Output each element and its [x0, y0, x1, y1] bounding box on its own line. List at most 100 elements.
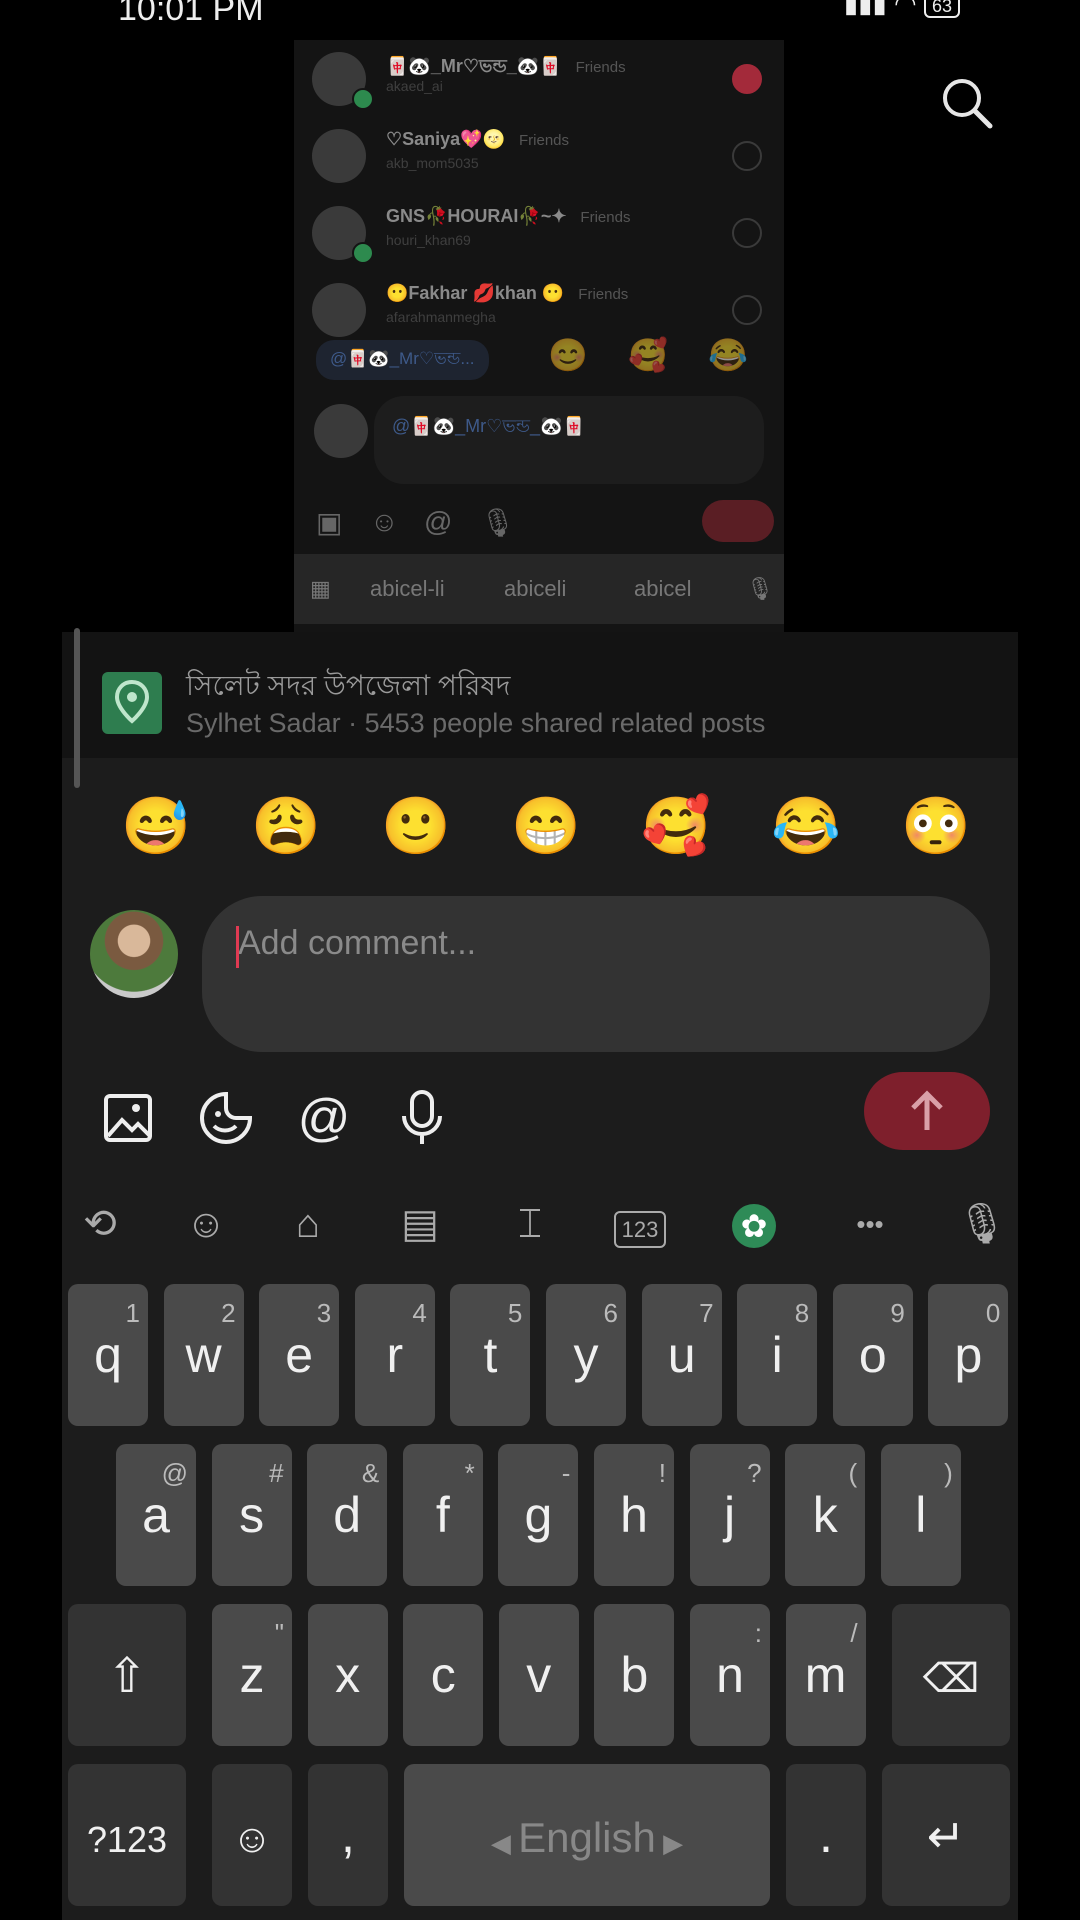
preview-friend-handle: afarahmanmegha	[386, 309, 496, 325]
key-label: j	[724, 1487, 736, 1543]
quick-emoji[interactable]: 😳	[896, 786, 976, 866]
key-hint: 1	[125, 1298, 140, 1328]
comment-input[interactable]	[202, 896, 990, 1052]
comment-placeholder: Add comment...	[238, 924, 477, 962]
text-caret	[236, 926, 239, 968]
image-icon[interactable]	[98, 1088, 158, 1148]
battery-level: 63	[923, 0, 960, 18]
key-label: w	[185, 1327, 222, 1383]
key-hint: )	[944, 1458, 953, 1488]
key-label: c	[430, 1647, 456, 1703]
online-dot	[352, 88, 374, 110]
symbols-label: ?123	[86, 1819, 168, 1860]
preview-mic-icon: 🎙	[746, 576, 774, 601]
numpad-icon[interactable]: 123	[612, 1196, 668, 1252]
symbols-key[interactable]: ?123	[68, 1764, 186, 1906]
location-card[interactable]: সিলেট সদর উপজেলা পরিষদ Sylhet Sadar · 54…	[62, 632, 1018, 758]
key-a[interactable]: a @	[116, 1444, 196, 1586]
quick-emoji[interactable]: 😁	[506, 786, 586, 866]
key-l[interactable]: l)	[880, 1444, 961, 1586]
quick-emoji[interactable]: 🙂	[376, 786, 456, 866]
preview-emoji: 😊	[548, 337, 588, 373]
key-label: u	[667, 1327, 696, 1383]
comma-key[interactable]: ,	[308, 1764, 388, 1906]
key-label: r	[386, 1327, 404, 1383]
key-o[interactable]: o9	[832, 1284, 913, 1426]
key-hint: :	[754, 1618, 762, 1648]
key-label: e	[285, 1327, 314, 1383]
key-label: i	[771, 1327, 783, 1383]
key-hint: #	[269, 1458, 284, 1488]
send-button[interactable]	[864, 1072, 990, 1150]
key-hint: @	[161, 1458, 188, 1488]
key-c[interactable]: c	[403, 1604, 484, 1746]
key-y[interactable]: y6	[546, 1284, 626, 1426]
key-label: v	[526, 1647, 552, 1703]
quick-emoji[interactable]: 😩	[246, 786, 326, 866]
user-avatar[interactable]	[90, 910, 178, 998]
location-title: সিলেট সদর উপজেলা পরিষদ	[186, 670, 511, 701]
key-label: o	[858, 1327, 887, 1383]
preview-friend-handle: akb_mom5035	[386, 155, 479, 171]
emoji-key[interactable]: ☺	[212, 1764, 292, 1906]
mention-chip: @🀄🐼_Mr♡ভন্ড...	[316, 340, 489, 380]
key-d[interactable]: d &	[307, 1444, 388, 1586]
key-hint: ?	[747, 1458, 762, 1488]
background-preview: 🀄🐼_Mr♡ভন্ড_🐼🀄 Friends akaed_ai ♡Saniya💖🌝 Fri…	[294, 40, 784, 634]
key-u[interactable]: u7	[641, 1284, 722, 1426]
location-pin-icon	[102, 672, 162, 734]
period-key[interactable]: .	[786, 1764, 866, 1906]
microphone-icon[interactable]	[392, 1088, 452, 1148]
sticker-icon[interactable]	[196, 1088, 256, 1148]
emoji-key-icon: ☺	[231, 1817, 273, 1861]
friend-tag: Friends	[580, 209, 631, 226]
key-g[interactable]: g-	[498, 1444, 579, 1586]
shift-key[interactable]: ⇧	[68, 1604, 186, 1746]
key-h[interactable]: h!	[594, 1444, 674, 1586]
key-b[interactable]: b	[594, 1604, 675, 1746]
key-q[interactable]: q1	[68, 1284, 148, 1426]
friend-tag: Friends	[575, 59, 626, 76]
select-checkbox	[732, 64, 762, 94]
translate-icon[interactable]: ⟲	[72, 1196, 128, 1252]
key-x[interactable]: x	[307, 1604, 388, 1746]
quick-emoji[interactable]: 😂	[766, 786, 846, 866]
key-hint: 7	[699, 1298, 714, 1328]
key-label: t	[483, 1327, 498, 1383]
key-n[interactable]: n:	[690, 1604, 770, 1746]
key-hint: !	[658, 1458, 666, 1488]
select-checkbox	[732, 295, 762, 325]
enter-icon: ↵	[926, 1810, 966, 1862]
friend-tag: Friends	[519, 132, 570, 149]
key-f[interactable]: f *	[402, 1444, 483, 1586]
key-label: d	[333, 1487, 362, 1543]
key-label: l	[915, 1487, 927, 1543]
key-v[interactable]: v	[498, 1604, 579, 1746]
quick-emoji[interactable]: 😅	[116, 786, 196, 866]
key-p[interactable]: p0	[928, 1284, 1009, 1426]
comma-label: ,	[341, 1807, 355, 1863]
key-hint: /	[850, 1618, 858, 1648]
voice-icon[interactable]: 🎙	[954, 1196, 1010, 1252]
key-hint: &	[361, 1458, 380, 1488]
search-icon[interactable]	[938, 74, 994, 130]
signal-icon: ▮▮▮	[843, 0, 887, 18]
key-z[interactable]: z "	[212, 1604, 292, 1746]
key-label: g	[524, 1487, 553, 1543]
mention-icon[interactable]: @	[294, 1088, 354, 1148]
space-key[interactable]: ◀ English ▶	[404, 1764, 770, 1906]
location-subtitle: Sylhet Sadar · 5453 people shared relate…	[186, 708, 766, 738]
key-m[interactable]: m /	[785, 1604, 866, 1746]
key-t[interactable]: t5	[450, 1284, 531, 1426]
scrollbar[interactable]	[74, 628, 80, 788]
key-label: b	[620, 1647, 649, 1703]
quick-emoji[interactable]: 🥰	[636, 786, 716, 866]
backspace-key[interactable]: ⌫	[892, 1604, 1010, 1746]
enter-key[interactable]: ↵	[882, 1764, 1010, 1906]
preview-comment-box: @🀄🐼_Mr♡ভন্ড_🐼🀄	[374, 396, 764, 484]
theme-icon[interactable]: ✿	[726, 1196, 782, 1252]
preview-friend-handle: akaed_ai	[386, 78, 443, 94]
key-label: y	[573, 1327, 599, 1383]
preview-suggestion: abiceli	[504, 576, 567, 601]
wifi-icon: ◠	[894, 0, 924, 18]
